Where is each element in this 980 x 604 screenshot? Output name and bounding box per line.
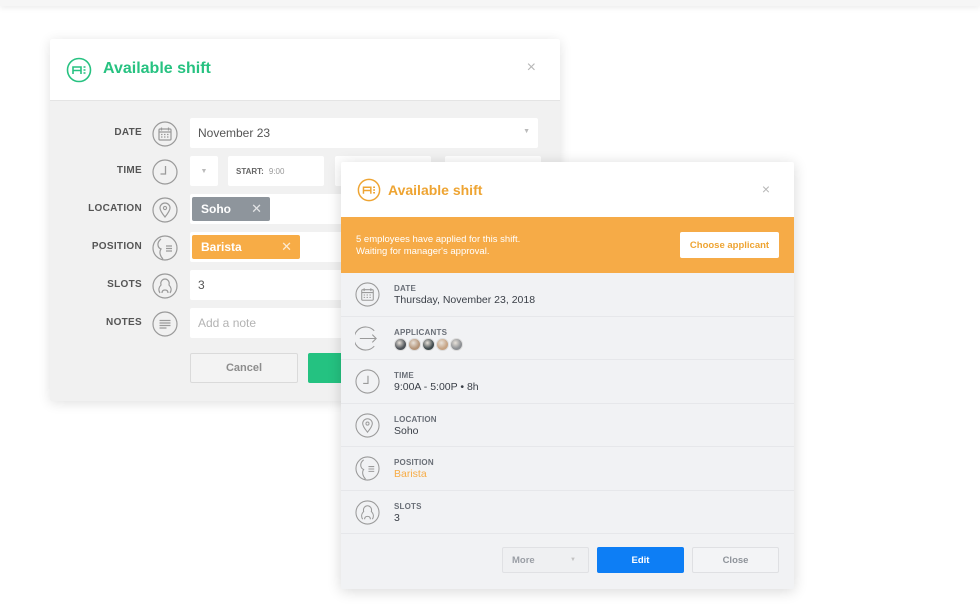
info-row-time: TIME 9:00A - 5:00P • 8h xyxy=(341,360,794,404)
edit-button[interactable]: Edit xyxy=(597,547,684,573)
shift-logo-icon xyxy=(66,57,92,83)
date-row: DATE November 23 ▼ xyxy=(50,118,560,150)
slots-label: SLOTS xyxy=(394,501,422,511)
position-icon xyxy=(355,456,380,481)
location-label: LOCATION xyxy=(394,414,437,424)
info-row-position: POSITION Barista xyxy=(341,447,794,491)
people-icon xyxy=(152,273,178,299)
applicant-avatars xyxy=(394,337,464,351)
modal-header: Available shift × xyxy=(50,39,560,101)
location-pin-icon xyxy=(152,197,178,223)
banner-line-1: 5 employees have applied for this shift. xyxy=(356,234,521,245)
time-value: 9:00A - 5:00P • 8h xyxy=(394,381,479,393)
start-value: 9:00 xyxy=(268,166,285,176)
applicant-avatar[interactable] xyxy=(436,337,449,351)
time-label: TIME xyxy=(116,165,142,176)
location-chip-label: Soho xyxy=(201,202,231,216)
location-pin-icon xyxy=(355,412,380,438)
shift-logo-icon xyxy=(357,178,381,202)
arrow-in-icon xyxy=(355,326,377,350)
modal-header: Available shift × xyxy=(341,162,794,217)
applicant-avatar[interactable] xyxy=(394,337,407,351)
position-chip: Barista ✕ xyxy=(192,235,300,259)
close-button[interactable]: Close xyxy=(692,547,779,573)
position-label: POSITION xyxy=(394,458,434,467)
slots-value: 3 xyxy=(394,511,400,524)
banner-message: 5 employees have applied for this shift.… xyxy=(356,234,520,258)
date-value: Thursday, November 23, 2018 xyxy=(394,294,536,306)
time-label: TIME xyxy=(394,371,414,380)
applicants-banner: 5 employees have applied for this shift.… xyxy=(341,217,794,273)
position-icon xyxy=(152,235,178,261)
remove-chip-icon[interactable]: ✕ xyxy=(281,239,292,255)
close-icon[interactable]: × xyxy=(762,181,770,197)
info-row-slots: SLOTS 3 xyxy=(341,491,794,534)
more-label: More xyxy=(512,554,535,566)
top-bar xyxy=(0,0,980,6)
slots-label: SLOTS xyxy=(107,279,142,290)
start-time-input[interactable]: START: 9:00 xyxy=(228,156,324,186)
applicant-avatar[interactable] xyxy=(408,337,421,351)
close-icon[interactable]: × xyxy=(527,59,536,77)
chevron-down-icon: ▼ xyxy=(570,557,576,563)
location-label: LOCATION xyxy=(88,203,142,214)
modal-footer: More ▼ Edit Close xyxy=(341,533,794,589)
info-row-date: DATE Thursday, November 23, 2018 xyxy=(341,273,794,317)
date-label: DATE xyxy=(394,284,416,293)
calendar-icon xyxy=(355,282,380,307)
shift-details-modal: Available shift × 5 employees have appli… xyxy=(341,162,794,589)
location-value: Soho xyxy=(394,424,419,437)
notes-icon xyxy=(152,311,178,337)
applicant-avatar[interactable] xyxy=(422,337,435,351)
chevron-down-icon: ▼ xyxy=(200,167,208,175)
cancel-button[interactable]: Cancel xyxy=(190,353,298,383)
banner-line-2: Waiting for manager's approval. xyxy=(356,246,490,257)
date-select[interactable]: November 23 ▼ xyxy=(190,118,538,148)
applicant-avatar[interactable] xyxy=(450,337,463,351)
position-value: Barista xyxy=(394,468,427,480)
more-dropdown[interactable]: More ▼ xyxy=(502,547,589,573)
applicants-label: APPLICANTS xyxy=(394,327,448,337)
date-label: DATE xyxy=(114,127,142,138)
location-chip: Soho ✕ xyxy=(192,197,270,221)
position-label: POSITION xyxy=(91,241,142,252)
remove-chip-icon[interactable]: ✕ xyxy=(251,201,262,217)
slots-value: 3 xyxy=(198,278,205,292)
clock-icon xyxy=(355,369,380,394)
chevron-down-icon: ▼ xyxy=(523,128,530,135)
time-mode-select[interactable]: ▼ xyxy=(190,156,218,186)
modal-title: Available shift xyxy=(388,182,483,198)
choose-applicant-button[interactable]: Choose applicant xyxy=(680,232,779,258)
calendar-icon xyxy=(152,121,178,147)
position-chip-label: Barista xyxy=(201,240,242,254)
info-row-location: LOCATION Soho xyxy=(341,404,794,447)
start-label: START: xyxy=(236,166,264,176)
modal-title: Available shift xyxy=(103,60,211,77)
clock-icon xyxy=(152,159,178,185)
people-icon xyxy=(355,499,380,525)
info-row-applicants: APPLICANTS xyxy=(341,317,794,360)
date-value: November 23 xyxy=(198,126,271,140)
notes-label: NOTES xyxy=(106,317,142,328)
